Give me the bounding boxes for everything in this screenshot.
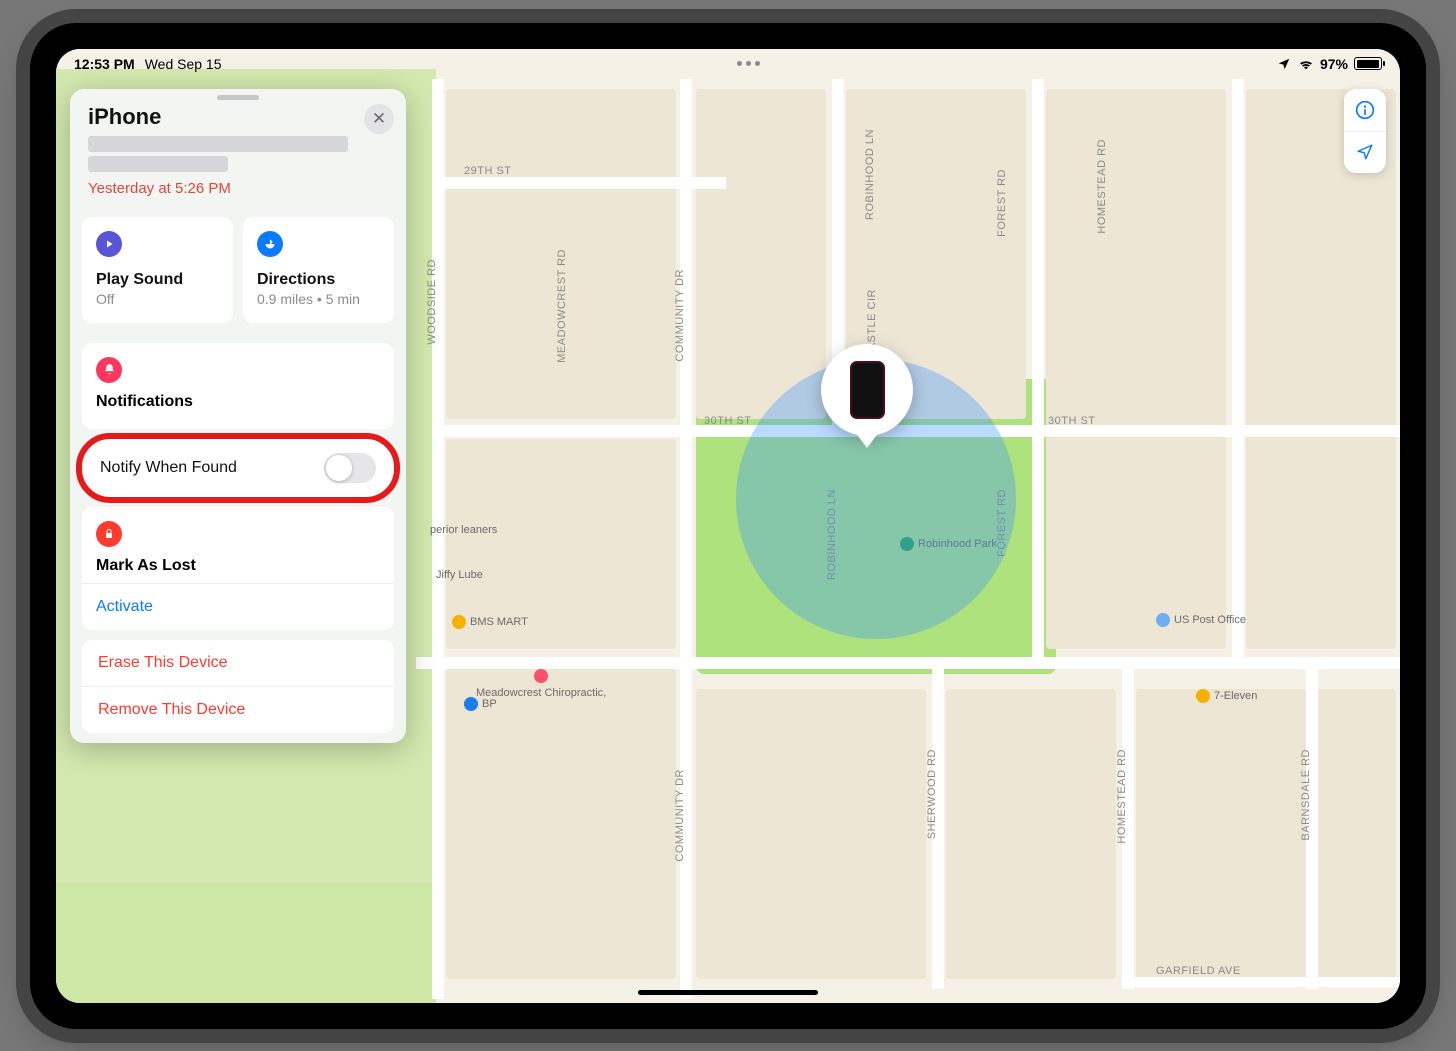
locate-me-button[interactable] [1344, 131, 1386, 173]
street-label: FOREST RD [996, 169, 1008, 237]
street-label: BARNSDALE RD [1300, 749, 1312, 841]
poi-bp[interactable]: BP [464, 697, 497, 711]
device-detail-panel: iPhone ✕ Yesterday at 5:26 PM Play Sound… [70, 89, 406, 743]
location-status-icon [1276, 57, 1292, 71]
poi-7eleven[interactable]: 7-Eleven [1196, 689, 1257, 703]
wifi-icon [1298, 57, 1314, 71]
notifications-header: Notifications [96, 393, 380, 411]
street-label: HOMESTEAD RD [1096, 139, 1108, 234]
mark-as-lost-section: Mark As Lost Activate [82, 507, 394, 630]
device-location-pin[interactable] [736, 359, 1016, 639]
notify-when-found-row[interactable]: Notify When Found [82, 439, 394, 497]
screen: 12:53 PM Wed Sep 15 97% [56, 49, 1400, 1003]
street-label: HOMESTEAD RD [1116, 749, 1128, 844]
street-label: 30TH ST [1048, 415, 1096, 427]
directions-label: Directions [257, 271, 380, 289]
status-date: Wed Sep 15 [145, 56, 222, 72]
directions-sub: 0.9 miles • 5 min [257, 291, 380, 307]
info-icon [1355, 100, 1375, 120]
status-time: 12:53 PM [74, 56, 135, 72]
play-sound-label: Play Sound [96, 271, 219, 289]
activate-lost-mode-button[interactable]: Activate [82, 583, 394, 630]
mark-as-lost-header: Mark As Lost [96, 557, 380, 575]
map-controls [1344, 89, 1386, 173]
notifications-section: Notifications [82, 343, 394, 429]
street-label: 29TH ST [464, 165, 512, 177]
street-label: MEADOWCREST RD [556, 249, 568, 363]
poi-bms-mart[interactable]: BMS MART [452, 615, 528, 629]
close-button[interactable]: ✕ [364, 104, 394, 134]
danger-actions: Erase This Device Remove This Device [82, 640, 394, 733]
store-icon [452, 615, 466, 629]
multitask-dots[interactable] [222, 61, 1276, 66]
remove-device-button[interactable]: Remove This Device [82, 686, 394, 733]
redacted-line [88, 136, 348, 152]
notify-when-found-label: Notify When Found [100, 459, 237, 477]
store-icon [1196, 689, 1210, 703]
street-label: ROBINHOOD LN [864, 129, 876, 220]
poi-meadowcrest-chiro[interactable]: Meadowcrest Chiropractic, [476, 669, 606, 699]
directions-icon [257, 231, 283, 257]
battery-percent: 97% [1320, 56, 1348, 72]
iphone-icon [850, 361, 885, 419]
battery-icon [1354, 57, 1382, 70]
fuel-icon [464, 697, 478, 711]
home-indicator[interactable] [638, 990, 818, 995]
lock-icon [96, 521, 122, 547]
play-icon [96, 231, 122, 257]
post-icon [1156, 613, 1170, 627]
play-sound-tile[interactable]: Play Sound Off [82, 217, 233, 323]
poi-us-post-office[interactable]: US Post Office [1156, 613, 1246, 627]
redacted-line [88, 156, 228, 172]
last-seen-timestamp: Yesterday at 5:26 PM [88, 180, 388, 197]
pin-bubble[interactable] [821, 344, 913, 436]
play-sound-status: Off [96, 291, 219, 307]
status-bar: 12:53 PM Wed Sep 15 97% [56, 49, 1400, 79]
poi-cleaners[interactable]: perior leaners [430, 524, 497, 536]
street-label: COMMUNITY DR [674, 769, 686, 862]
directions-tile[interactable]: Directions 0.9 miles • 5 min [243, 217, 394, 323]
location-arrow-icon [1356, 143, 1374, 161]
health-icon [534, 669, 548, 683]
close-icon: ✕ [372, 109, 386, 129]
notify-when-found-toggle[interactable] [324, 453, 376, 483]
street-label: GARFIELD AVE [1156, 965, 1241, 977]
street-label: SHERWOOD RD [926, 749, 938, 839]
bell-icon [96, 357, 122, 383]
poi-jiffy-lube[interactable]: Jiffy Lube [436, 569, 483, 581]
device-name: iPhone [88, 104, 388, 130]
info-button[interactable] [1344, 89, 1386, 131]
street-label: COMMUNITY DR [674, 269, 686, 362]
ipad-frame: 12:53 PM Wed Sep 15 97% [30, 23, 1426, 1029]
drag-handle[interactable] [217, 95, 259, 100]
street-label: WOODSIDE RD [426, 259, 438, 345]
erase-device-button[interactable]: Erase This Device [82, 640, 394, 686]
